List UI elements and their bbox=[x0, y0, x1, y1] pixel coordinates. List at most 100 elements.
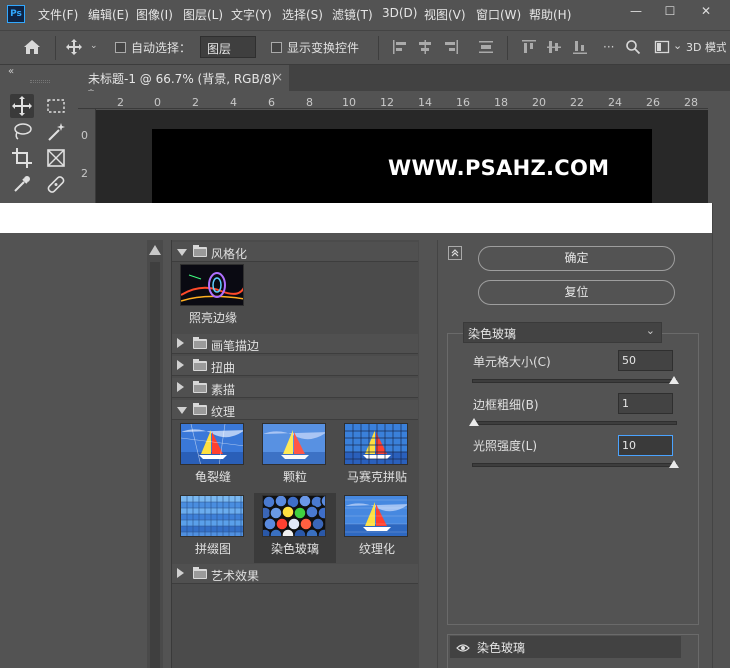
eyedropper-icon[interactable] bbox=[10, 172, 34, 196]
scrollbar-track[interactable] bbox=[150, 262, 160, 668]
close-button[interactable]: ✕ bbox=[692, 2, 720, 20]
filter-thumb-stained-glass[interactable]: 染色玻璃 bbox=[254, 493, 336, 563]
folder-icon bbox=[193, 567, 207, 579]
menu-filter[interactable]: 滤镜(T) bbox=[332, 6, 373, 23]
filter-select-dropdown[interactable]: 染色玻璃 ⌄ bbox=[463, 322, 662, 343]
menu-help[interactable]: 帮助(H) bbox=[529, 6, 571, 23]
menu-3d[interactable]: 3D(D) bbox=[382, 6, 417, 20]
ruler-tick-label: 12 bbox=[380, 96, 394, 109]
workspace-icon[interactable] bbox=[654, 39, 670, 55]
panel-grip[interactable] bbox=[30, 80, 50, 83]
photoshop-logo[interactable]: Ps bbox=[7, 5, 25, 23]
cell-size-input[interactable]: 50 bbox=[618, 350, 673, 371]
align-center-icon[interactable] bbox=[417, 39, 433, 55]
3d-mode-label: 3D 模式 bbox=[686, 41, 726, 54]
ruler-tick-label: 26 bbox=[646, 96, 660, 109]
filter-thumb-grain[interactable]: 颗粒 bbox=[254, 421, 336, 491]
filter-thumb-patchwork[interactable]: 拼缀图 bbox=[172, 493, 254, 563]
align-bottom-icon[interactable] bbox=[572, 39, 588, 55]
chevron-down-icon: ⌄ bbox=[645, 324, 655, 337]
expand-arrow-icon bbox=[177, 407, 187, 414]
chevron-down-icon[interactable]: ⌄ bbox=[90, 41, 98, 51]
document-tab[interactable]: 未标题-1 @ 66.7% (背景, RGB/8) * bbox=[78, 65, 289, 101]
crop-tool-icon[interactable] bbox=[10, 146, 34, 170]
category-stylize[interactable]: 风格化 bbox=[172, 242, 418, 262]
ruler-vertical bbox=[78, 109, 96, 209]
chevron-down-icon[interactable]: ⌄ bbox=[673, 39, 682, 52]
scroll-up-arrow-icon[interactable] bbox=[149, 245, 161, 255]
align-left-icon[interactable] bbox=[392, 39, 408, 55]
light-intensity-input[interactable]: 10 bbox=[618, 435, 673, 456]
light-intensity-slider-track[interactable] bbox=[472, 463, 677, 467]
chevron-up-icon bbox=[451, 249, 459, 257]
maximize-button[interactable]: ☐ bbox=[656, 2, 684, 20]
close-icon[interactable]: × bbox=[273, 70, 283, 84]
align-middle-icon[interactable] bbox=[546, 39, 562, 55]
filter-thumb-glowing-edges[interactable]: 照亮边缘 bbox=[172, 262, 254, 332]
frame-tool-icon[interactable] bbox=[44, 146, 68, 170]
ruler-tick-label: 0 bbox=[81, 129, 88, 142]
ruler-tick-label: 8 bbox=[306, 96, 313, 109]
magic-wand-icon[interactable] bbox=[44, 120, 68, 144]
category-artistic[interactable]: 艺术效果 bbox=[172, 564, 418, 584]
ruler-tick-label: 10 bbox=[342, 96, 356, 109]
show-transform-checkbox[interactable] bbox=[271, 42, 282, 53]
effect-layer-name: 染色玻璃 bbox=[477, 641, 526, 655]
show-transform-label: 显示变换控件 bbox=[287, 41, 360, 55]
align-right-icon[interactable] bbox=[443, 39, 459, 55]
home-icon[interactable] bbox=[22, 38, 42, 59]
category-brush-strokes[interactable]: 画笔描边 bbox=[172, 334, 418, 354]
border-thickness-slider-thumb[interactable] bbox=[469, 418, 479, 426]
ruler-tick-label: 2 bbox=[81, 167, 88, 180]
category-sketch[interactable]: 素描 bbox=[172, 378, 418, 398]
category-label: 扭曲 bbox=[211, 361, 236, 375]
search-icon[interactable] bbox=[625, 39, 641, 55]
filter-thumb-mosaic-tiles[interactable]: 马赛克拼贴 bbox=[336, 421, 418, 491]
folder-icon bbox=[193, 381, 207, 393]
preview-area[interactable] bbox=[0, 233, 147, 668]
menu-select[interactable]: 选择(S) bbox=[282, 6, 323, 23]
options-separator bbox=[507, 36, 508, 60]
collapsed-arrow-icon bbox=[177, 338, 184, 348]
border-thickness-slider-track[interactable] bbox=[472, 421, 677, 425]
auto-select-checkbox[interactable] bbox=[115, 42, 126, 53]
auto-select-target-dropdown[interactable]: 图层 bbox=[200, 36, 256, 58]
minimize-button[interactable]: — bbox=[622, 2, 650, 20]
menu-window[interactable]: 窗口(W) bbox=[476, 6, 521, 23]
border-thickness-label: 边框粗细(B) bbox=[473, 398, 539, 412]
folder-icon bbox=[193, 403, 207, 415]
distribute-icon[interactable] bbox=[478, 39, 494, 55]
lasso-tool-icon[interactable] bbox=[10, 120, 34, 144]
move-tool-icon[interactable] bbox=[10, 94, 34, 118]
reset-button[interactable]: 复位 bbox=[478, 280, 675, 305]
ruler-tick-label: 18 bbox=[494, 96, 508, 109]
menu-view[interactable]: 视图(V) bbox=[424, 6, 466, 23]
menu-file[interactable]: 文件(F) bbox=[38, 6, 78, 23]
collapse-gallery-button[interactable] bbox=[448, 246, 462, 260]
eye-icon[interactable] bbox=[456, 642, 470, 656]
cell-size-label: 单元格大小(C) bbox=[473, 355, 551, 369]
menu-edit[interactable]: 编辑(E) bbox=[88, 6, 129, 23]
filter-label: 照亮边缘 bbox=[188, 311, 237, 325]
healing-brush-icon[interactable] bbox=[44, 172, 68, 196]
menu-layer[interactable]: 图层(L) bbox=[183, 6, 223, 23]
category-distort[interactable]: 扭曲 bbox=[172, 356, 418, 376]
cell-size-slider-track[interactable] bbox=[472, 379, 677, 383]
menu-type[interactable]: 文字(Y) bbox=[231, 6, 272, 23]
category-label: 画笔描边 bbox=[211, 339, 260, 353]
move-tool-icon[interactable] bbox=[64, 38, 84, 59]
category-texture[interactable]: 纹理 bbox=[172, 400, 418, 420]
collapsed-arrow-icon bbox=[177, 360, 184, 370]
more-options-icon[interactable]: ··· bbox=[603, 40, 614, 54]
border-thickness-input[interactable]: 1 bbox=[618, 393, 673, 414]
menu-image[interactable]: 图像(I) bbox=[136, 6, 173, 23]
align-top-icon[interactable] bbox=[521, 39, 537, 55]
panel-edge bbox=[712, 203, 730, 668]
light-intensity-slider-thumb[interactable] bbox=[669, 460, 679, 468]
ok-button[interactable]: 确定 bbox=[478, 246, 675, 271]
cell-size-slider-thumb[interactable] bbox=[669, 376, 679, 384]
filter-thumb-texturizer[interactable]: 纹理化 bbox=[336, 493, 418, 563]
filter-thumb-craquelure[interactable]: 龟裂缝 bbox=[172, 421, 254, 491]
collapse-panel-icon[interactable]: « bbox=[8, 66, 14, 77]
marquee-tool-icon[interactable] bbox=[44, 94, 68, 118]
